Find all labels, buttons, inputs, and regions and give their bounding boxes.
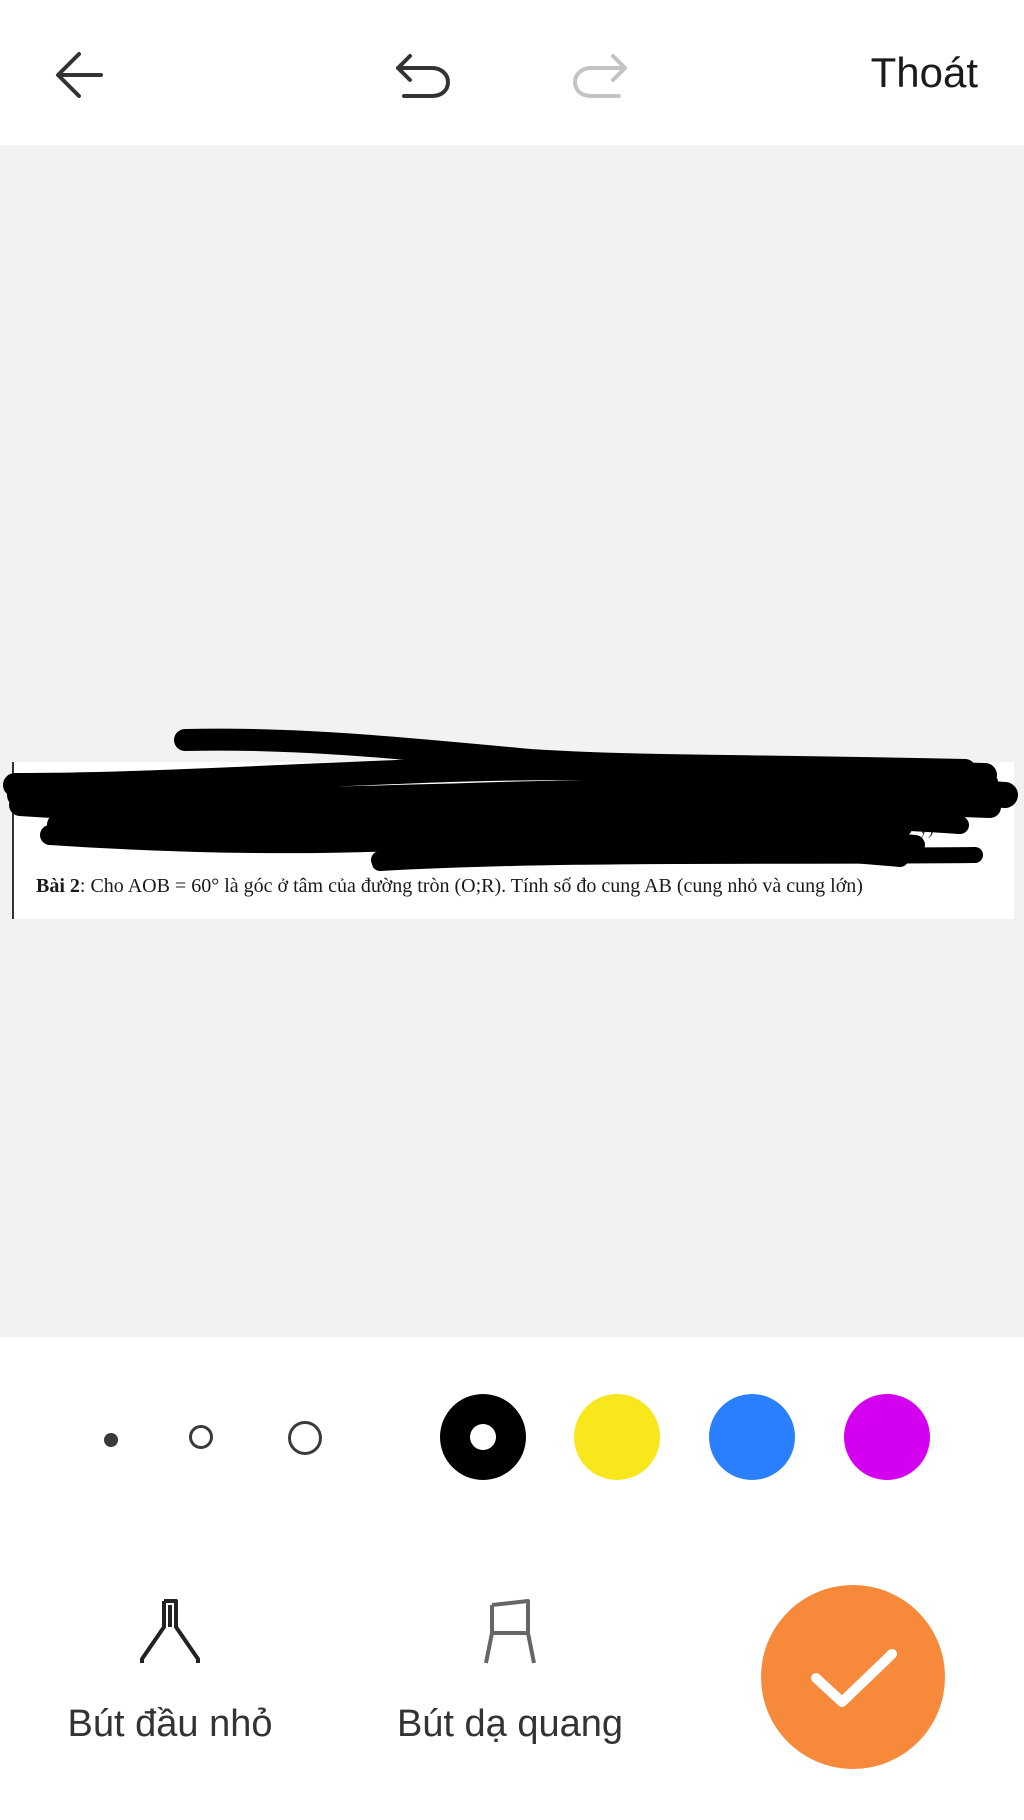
document-partial-text-right: y) + 8 [918,818,962,838]
undo-icon [396,54,450,98]
drawing-editor-screen: Thoát {3x − 2y y) + 8 Bài 2: Cho AOB = 6… [0,0,1024,1820]
confirm-button[interactable] [761,1585,945,1769]
document-partial-text-left: {3x − 2y [54,792,118,812]
document-image: {3x − 2y y) + 8 Bài 2: Cho AOB = 60° là … [12,762,1014,919]
document-problem-line: Bài 2: Cho AOB = 60° là góc ở tâm của đư… [36,875,863,898]
fine-tip-pen-button[interactable]: Bút đầu nhỏ [60,1597,280,1746]
fine-tip-pen-label: Bút đầu nhỏ [67,1703,273,1745]
highlighter-pen-icon [484,1599,536,1664]
arrow-left-icon [56,52,103,98]
selected-indicator [470,1424,496,1450]
problem-label: Bài 2 [36,875,80,897]
highlighter-pen-button[interactable]: Bút dạ quang [390,1597,630,1746]
highlighter-pen-label: Bút dạ quang [396,1703,624,1745]
undo-button[interactable] [378,30,468,120]
redo-icon [573,54,627,98]
color-swatch-black[interactable] [440,1394,526,1480]
pen-size-small[interactable] [104,1433,118,1447]
color-swatch-yellow[interactable] [574,1394,660,1480]
color-swatch-magenta[interactable] [844,1394,930,1480]
drawing-canvas[interactable]: {3x − 2y y) + 8 Bài 2: Cho AOB = 60° là … [0,145,1024,1337]
pen-palette [0,1337,1024,1537]
ink-scribble [3,728,1018,871]
exit-button[interactable]: Thoát [871,46,978,100]
pen-size-medium[interactable] [189,1425,213,1449]
pen-size-large[interactable] [288,1421,322,1455]
problem-text: : Cho AOB = 60° là góc ở tâm của đường t… [79,875,863,897]
checkmark-icon [811,1649,897,1707]
pen-tools-bar: Bút đầu nhỏ Bút dạ quang [0,1537,1024,1820]
back-button[interactable] [35,30,125,120]
top-toolbar: Thoát [0,0,1024,145]
color-swatch-blue[interactable] [709,1394,795,1480]
fine-tip-pen-icon [140,1599,200,1663]
redo-button[interactable] [555,30,645,120]
